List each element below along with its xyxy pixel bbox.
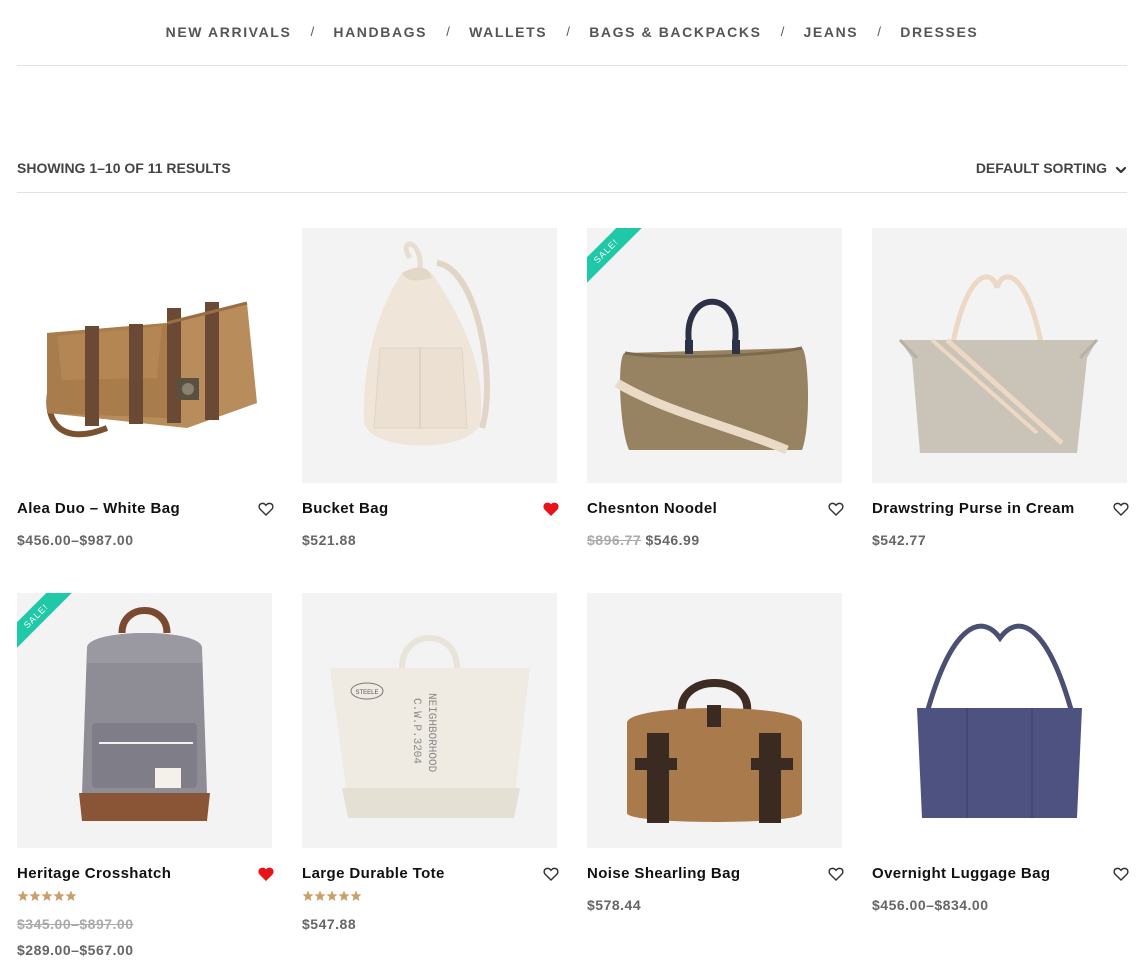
price-current: $542.77 <box>872 532 927 548</box>
product-title[interactable]: Overnight Luggage Bag <box>872 865 1050 883</box>
product-title[interactable]: Heritage Crosshatch <box>17 865 171 883</box>
star-icon <box>350 890 362 901</box>
product-card: Drawstring Purse in Cream $542.77 <box>872 228 1129 548</box>
product-price-original: $345.00–$897.00 <box>17 915 134 933</box>
nav-item-new-arrivals[interactable]: NEW ARRIVALS <box>166 22 292 42</box>
product-title[interactable]: Chesnton Noodel <box>587 500 717 518</box>
nav-item-dresses[interactable]: DRESSES <box>900 22 978 42</box>
sorting-label: DEFAULT SORTING <box>975 160 1107 176</box>
toolbar-divider <box>17 192 1127 193</box>
nav-separator: / <box>877 24 882 39</box>
product-image[interactable] <box>872 228 1127 483</box>
star-rating <box>17 890 77 902</box>
product-price: $578.44 <box>587 896 641 914</box>
heart-icon[interactable] <box>828 501 844 517</box>
result-count: SHOWING 1–10 OF 11 RESULTS <box>17 160 231 176</box>
product-image[interactable]: SALE! <box>17 593 272 848</box>
product-title[interactable]: Bucket Bag <box>302 500 389 518</box>
product-image[interactable] <box>302 228 557 483</box>
nav-item-handbags[interactable]: HANDBAGS <box>333 22 427 42</box>
product-price: $456.00–$834.00 <box>872 896 989 914</box>
nav-separator: / <box>310 24 315 39</box>
product-price: $289.00–$567.00 <box>17 941 134 959</box>
nav-separator: / <box>780 24 785 39</box>
heart-icon[interactable] <box>258 501 274 517</box>
product-price: $896.77 $546.99 <box>587 531 700 549</box>
nav-separator: / <box>566 24 570 39</box>
product-title[interactable]: Large Durable Tote <box>302 865 445 883</box>
nav-divider <box>17 65 1127 66</box>
product-price: $456.00–$987.00 <box>17 531 134 549</box>
heart-icon[interactable] <box>1113 866 1129 882</box>
product-card: Overnight Luggage Bag $456.00–$834.00 <box>872 593 1129 913</box>
price-original: $345.00–$897.00 <box>17 916 134 932</box>
heart-icon[interactable] <box>543 501 559 517</box>
star-icon <box>302 890 314 901</box>
product-price: $542.77 <box>872 531 926 549</box>
nav-item-wallets[interactable]: WALLETS <box>469 22 547 42</box>
category-nav: NEW ARRIVALS / HANDBAGS / WALLETS / BAGS & BAC… <box>0 22 1144 42</box>
star-icon <box>65 890 77 901</box>
product-card: Alea Duo – White Bag $456.00–$987.00 <box>17 228 274 548</box>
product-card: Bucket Bag $521.88 <box>302 228 559 548</box>
product-card: Noise Shearling Bag $578.44 <box>587 593 844 913</box>
shop-toolbar: SHOWING 1–10 OF 11 RESULTS DEFAULT SORTI… <box>17 159 1127 179</box>
star-icon <box>41 890 53 901</box>
svg-text:C.W.P.3204: C.W.P.3204 <box>410 698 422 764</box>
product-image[interactable] <box>872 593 1127 848</box>
price-current: $547.88 <box>302 916 357 932</box>
product-price: $547.88 <box>302 915 356 933</box>
svg-text:STEELE: STEELE <box>355 690 378 696</box>
product-title[interactable]: Alea Duo – White Bag <box>17 500 180 518</box>
star-rating <box>302 890 362 902</box>
heart-icon[interactable] <box>543 866 559 882</box>
star-icon <box>326 890 338 901</box>
price-current: $521.88 <box>302 532 357 548</box>
nav-item-jeans[interactable]: JEANS <box>804 22 859 42</box>
heart-icon[interactable] <box>828 866 844 882</box>
heart-icon[interactable] <box>258 866 274 882</box>
product-image[interactable]: SALE! <box>587 228 842 483</box>
product-image[interactable]: STEELE NEIGHBORHOOD C.W.P.3204 <box>302 593 557 848</box>
star-icon <box>314 890 326 901</box>
product-title[interactable]: Drawstring Purse in Cream <box>872 500 1075 518</box>
product-image[interactable] <box>587 593 842 848</box>
price-current: $456.00–$987.00 <box>17 532 134 548</box>
price-current: $578.44 <box>587 897 642 913</box>
product-title[interactable]: Noise Shearling Bag <box>587 865 740 883</box>
price-current: $289.00–$567.00 <box>17 942 134 958</box>
sorting-dropdown[interactable]: DEFAULT SORTING <box>976 159 1127 177</box>
chevron-down-icon <box>1115 162 1127 174</box>
heart-icon[interactable] <box>1113 501 1129 517</box>
star-icon <box>338 890 350 901</box>
price-current: $456.00–$834.00 <box>872 897 989 913</box>
star-icon <box>29 890 41 901</box>
svg-text:NEIGHBORHOOD: NEIGHBORHOOD <box>425 693 437 773</box>
price-current: $546.99 <box>645 532 700 548</box>
star-icon <box>53 890 65 901</box>
product-image[interactable] <box>17 228 272 483</box>
price-original: $896.77 <box>587 532 642 548</box>
nav-separator: / <box>446 24 450 39</box>
product-price: $521.88 <box>302 531 356 549</box>
star-icon <box>17 890 29 901</box>
product-card: SALE! Heritage Crosshatch $345.00–$897.0… <box>17 593 274 958</box>
product-card: STEELE NEIGHBORHOOD C.W.P.3204 Large Dur… <box>302 593 559 932</box>
product-card: SALE! Chesnton Noodel $896.77 $546.99 <box>587 228 844 548</box>
nav-item-bags-backpacks[interactable]: BAGS & BACKPACKS <box>589 22 761 42</box>
